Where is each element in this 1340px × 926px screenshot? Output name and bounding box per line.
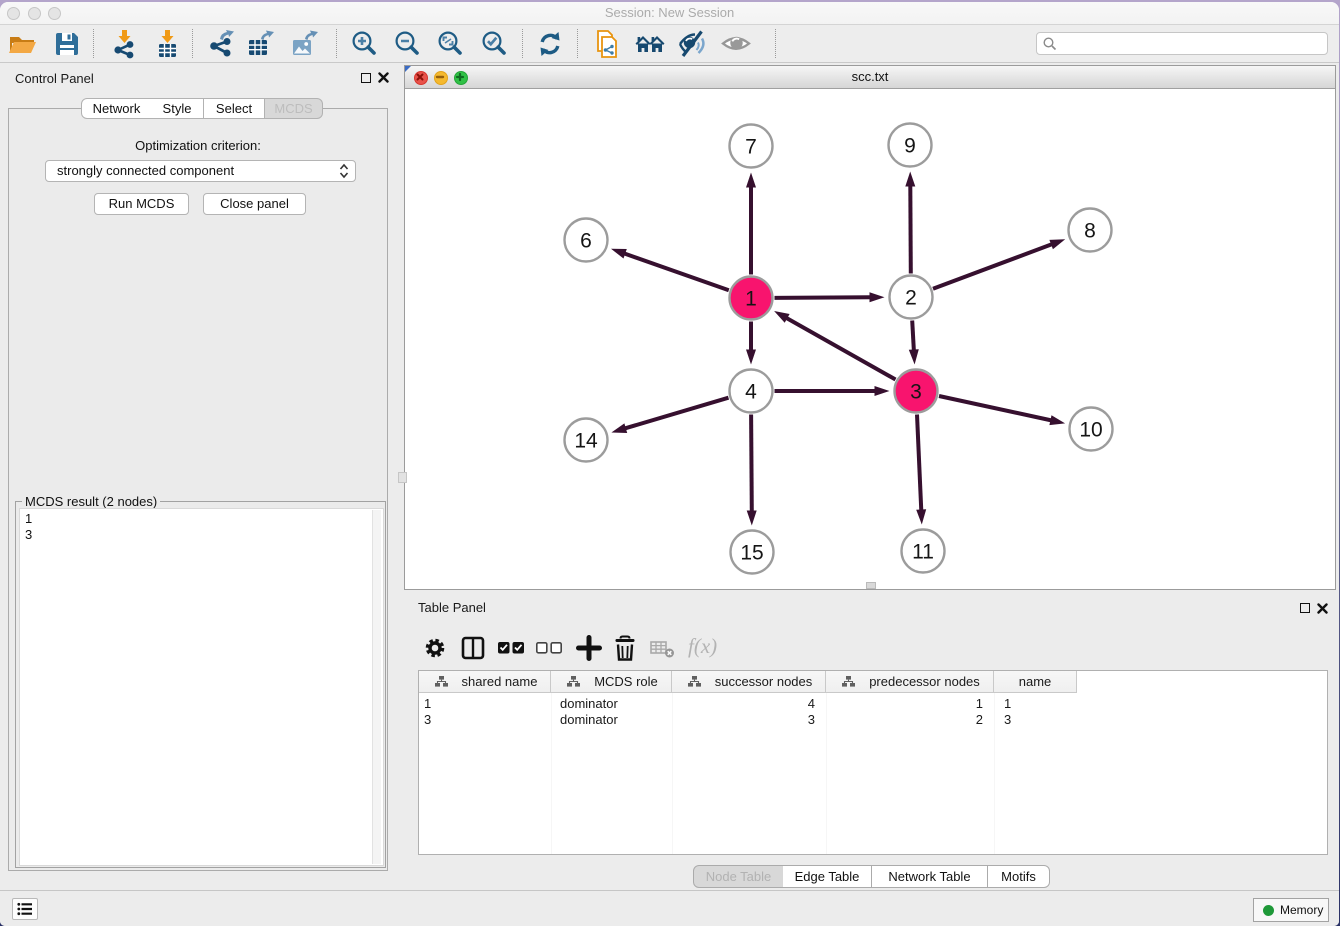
svg-text:4: 4: [745, 381, 757, 404]
svg-text:1: 1: [745, 288, 757, 311]
svg-text:7: 7: [745, 136, 757, 159]
svg-text:14: 14: [574, 430, 598, 453]
svg-text:2: 2: [905, 287, 917, 310]
svg-text:3: 3: [910, 381, 922, 404]
svg-text:6: 6: [580, 230, 592, 253]
svg-text:9: 9: [904, 135, 916, 158]
svg-text:15: 15: [740, 542, 763, 565]
svg-text:8: 8: [1084, 220, 1096, 243]
svg-text:10: 10: [1079, 419, 1102, 442]
svg-text:11: 11: [912, 541, 934, 564]
